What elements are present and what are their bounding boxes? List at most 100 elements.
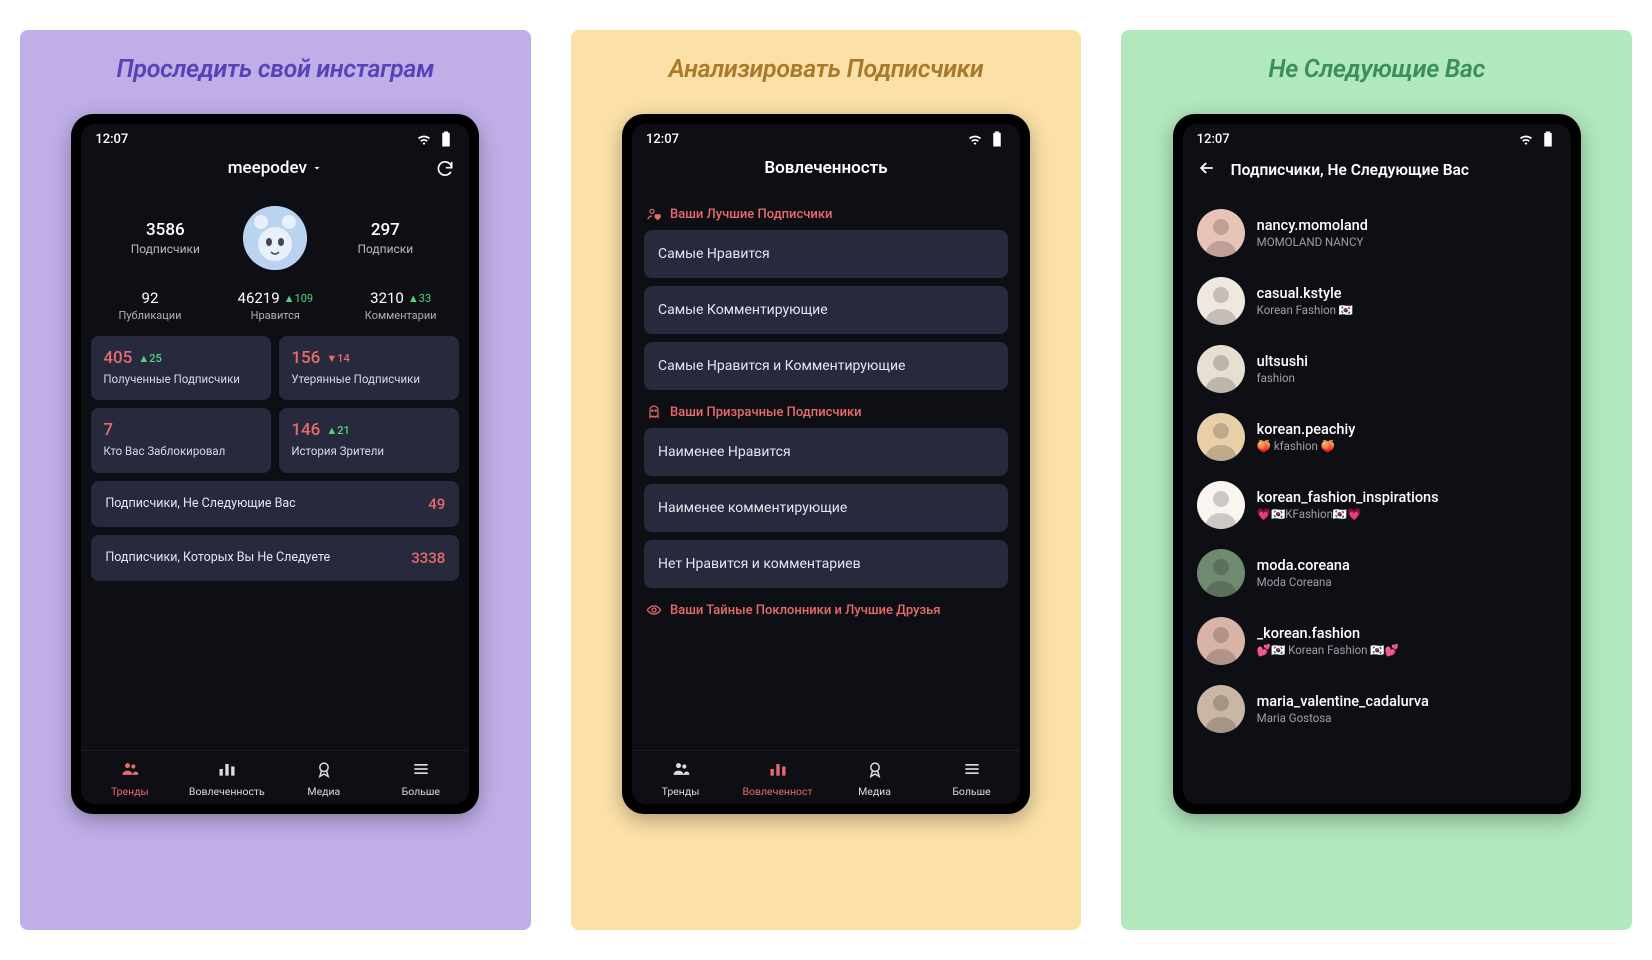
user-row[interactable]: korean_fashion_inspirations 💗🇰🇷KFashion🇰… [1195,472,1559,538]
back-button[interactable] [1197,158,1217,182]
header-title: Вовлеченность [764,158,887,178]
following-label: Подписки [307,242,463,256]
row-label: Подписчики, Не Следующие Вас [105,496,295,511]
refresh-icon [435,159,455,179]
user-avatar [1197,685,1245,733]
nav-engagement[interactable]: Вовлеченность [178,759,275,798]
blocked-value: 7 [103,420,113,440]
no-likes-comments-row[interactable]: Нет Нравится и комментариев [644,540,1008,588]
user-row[interactable]: ultsushi fashion [1195,336,1559,402]
bottom-nav: Тренды Вовлеченность Медиа Больше [81,750,469,804]
phone-frame: 12:07 Вовлеченность Ваши Лучшие Подписчи… [622,114,1030,814]
nav-trends[interactable]: Тренды [632,759,729,798]
user-text: korean.peachiy 🍑 kfashion 🍑 [1257,421,1356,453]
user-row[interactable]: maria_valentine_cadalurva Maria Gostosa [1195,676,1559,742]
not-following-back-row[interactable]: Подписчики, Не Следующие Вас 49 [91,481,459,527]
followers-value: 3586 [87,220,243,240]
nav-label: Больше [952,785,990,798]
user-avatar [1197,413,1245,461]
status-icons [966,130,1006,148]
user-text: _korean.fashion 💕🇰🇷 Korean Fashion 🇰🇷💕 [1257,625,1399,657]
user-avatar [1197,617,1245,665]
user-avatar [1197,345,1245,393]
wifi-icon [966,130,984,148]
battery-icon [437,130,455,148]
likes-label: Нравится [213,309,338,322]
user-avatar [1197,277,1245,325]
section-title: Ваши Лучшие Подписчики [670,207,832,222]
avatar-illustration [243,206,307,270]
user-text: maria_valentine_cadalurva Maria Gostosa [1257,693,1429,725]
user-row[interactable]: nancy.momoland MOMOLAND NANCY [1195,200,1559,266]
most-comments-row[interactable]: Самые Комментирующие [644,286,1008,334]
nav-label: Больше [402,785,440,798]
user-avatar [1197,549,1245,597]
followers-label: Подписчики [87,242,243,256]
nav-engagement[interactable]: Вовлеченност [729,759,826,798]
you-not-following-row[interactable]: Подписчики, Которых Вы Не Следуете 3338 [91,535,459,581]
most-likes-comments-row[interactable]: Самые Нравится и Комментирующие [644,342,1008,390]
gained-followers-card[interactable]: 405 ▲25 Полученные Подписчики [91,336,271,400]
user-row[interactable]: casual.kstyle Korean Fashion 🇰🇷 [1195,268,1559,334]
ghost-icon [646,404,662,420]
refresh-button[interactable] [435,159,455,184]
row-label: Подписчики, Которых Вы Не Следуете [105,550,330,565]
profile-stats-row: 3586 Подписчики 297 П [81,192,469,282]
wifi-icon [415,130,433,148]
user-name: maria_valentine_cadalurva [1257,693,1429,710]
arrow-left-icon [1197,158,1217,178]
section-title: Ваши Призрачные Подписчики [670,405,862,420]
status-time: 12:07 [1197,132,1230,147]
cards-grid: 405 ▲25 Полученные Подписчики 156 ▼14 Ут… [81,336,469,473]
lost-delta: ▼14 [326,352,349,365]
user-avatar [1197,481,1245,529]
status-icons [415,130,455,148]
user-text: ultsushi fashion [1257,353,1308,385]
least-likes-row[interactable]: Наименее Нравится [644,428,1008,476]
user-list[interactable]: nancy.momoland MOMOLAND NANCY casual.kst… [1183,196,1571,742]
user-row[interactable]: _korean.fashion 💕🇰🇷 Korean Fashion 🇰🇷💕 [1195,608,1559,674]
user-text: casual.kstyle Korean Fashion 🇰🇷 [1257,285,1354,317]
following-stat[interactable]: 297 Подписки [307,220,463,256]
likes-stat[interactable]: 46219 ▲109 Нравится [213,288,338,322]
nav-media[interactable]: Медиа [275,759,372,798]
username-dropdown[interactable]: meepodev [228,158,323,178]
avatar[interactable] [243,206,307,270]
story-viewers-card[interactable]: 146 ▲21 История Зрители [279,408,459,472]
most-likes-row[interactable]: Самые Нравится [644,230,1008,278]
lost-label: Утерянные Подписчики [291,372,447,386]
user-desc: Maria Gostosa [1257,711,1429,725]
user-name: casual.kstyle [1257,285,1354,302]
user-heart-icon [646,206,662,222]
user-name: _korean.fashion [1257,625,1399,642]
comments-delta: ▲33 [408,292,431,305]
least-comments-row[interactable]: Наименее комментирующие [644,484,1008,532]
user-row[interactable]: moda.coreana Moda Coreana [1195,540,1559,606]
nav-more[interactable]: Больше [923,759,1020,798]
lost-followers-card[interactable]: 156 ▼14 Утерянные Подписчики [279,336,459,400]
user-row[interactable]: korean.peachiy 🍑 kfashion 🍑 [1195,404,1559,470]
app-header: meepodev [81,150,469,192]
section-ghost-followers: Ваши Призрачные Подписчики [632,390,1020,428]
comments-stat[interactable]: 3210 ▲33 Комментарии [338,288,463,322]
user-name: nancy.momoland [1257,217,1368,234]
followers-stat[interactable]: 3586 Подписчики [87,220,243,256]
user-name: moda.coreana [1257,557,1350,574]
panel-title: Проследить свой инстаграм [117,55,435,84]
blocked-card[interactable]: 7 Кто Вас Заблокировал [91,408,271,472]
nav-media[interactable]: Медиа [826,759,923,798]
menu-icon [923,759,1020,783]
panel-title: Не Следующие Вас [1268,55,1485,84]
nav-trends[interactable]: Тренды [81,759,178,798]
posts-stat[interactable]: 92 Публикации [87,288,212,322]
panel-not-following-you: Не Следующие Вас 12:07 Подписчики, Не Сл… [1121,30,1632,930]
nav-more[interactable]: Больше [372,759,469,798]
blocked-label: Кто Вас Заблокировал [103,444,259,458]
panel-title: Анализировать Подписчики [669,55,984,84]
status-bar: 12:07 [632,124,1020,150]
chevron-down-icon [311,162,323,174]
gained-delta: ▲25 [138,352,161,365]
comments-value: 3210 [370,289,404,307]
phone-screen: 12:07 Подписчики, Не Следующие Вас nancy… [1183,124,1571,804]
gained-value: 405 [103,348,132,368]
